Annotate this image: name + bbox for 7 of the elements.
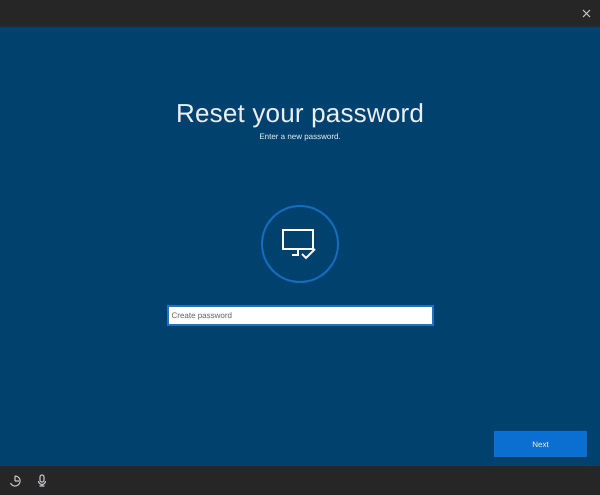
ease-of-access-icon[interactable] — [9, 474, 21, 486]
password-field[interactable]: Create password — [166, 305, 434, 326]
page-title: Reset your password — [176, 98, 424, 129]
next-button[interactable]: Next — [494, 431, 587, 457]
microphone-icon[interactable] — [37, 474, 47, 487]
subtitle: Enter a new password. — [259, 132, 341, 141]
close-icon[interactable] — [582, 9, 591, 18]
